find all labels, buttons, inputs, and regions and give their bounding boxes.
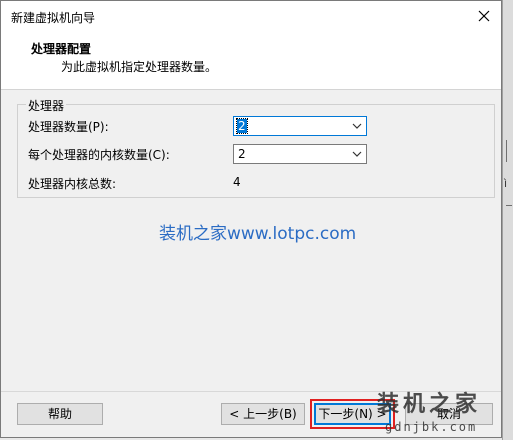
background-window-edge: ì	[502, 0, 513, 440]
page-title: 处理器配置	[31, 42, 92, 56]
help-button[interactable]: 帮助	[17, 403, 103, 425]
cores-per-processor-select[interactable]: 2	[233, 144, 367, 164]
processor-count-select[interactable]: 2	[233, 116, 367, 136]
footer-divider	[1, 391, 501, 392]
cores-per-processor-label: 每个处理器的内核数量(C):	[28, 148, 170, 162]
group-label: 处理器	[26, 97, 67, 114]
total-cores-value: 4	[233, 175, 241, 189]
background-divider	[506, 140, 513, 162]
chevron-down-icon[interactable]	[351, 120, 363, 132]
next-button[interactable]: 下一步(N) >	[314, 403, 391, 425]
processor-count-value: 2	[236, 118, 248, 134]
window-title: 新建虚拟机向导	[11, 11, 96, 25]
total-cores-label: 处理器内核总数:	[28, 177, 117, 191]
back-button[interactable]: < 上一步(B)	[221, 403, 305, 425]
background-divider	[506, 205, 512, 206]
page-subtitle: 为此虚拟机指定处理器数量。	[61, 60, 218, 74]
wizard-dialog: 新建虚拟机向导 处理器配置 为此虚拟机指定处理器数量。 处理器 处理器数量(P)…	[0, 0, 502, 438]
wizard-header: 处理器配置 为此虚拟机指定处理器数量。	[1, 31, 501, 90]
close-icon[interactable]	[473, 5, 495, 27]
chevron-down-icon[interactable]	[351, 148, 363, 160]
processor-count-label: 处理器数量(P):	[28, 120, 109, 134]
background-glyph: ì	[504, 177, 508, 190]
cores-per-processor-value: 2	[238, 147, 246, 161]
site-watermark: 装机之家www.lotpc.com	[159, 224, 357, 244]
processor-group: 处理器 处理器数量(P): 2 每个处理器的内核数量(C): 2 处理器内核总数…	[17, 97, 495, 198]
cancel-button[interactable]: 取消	[405, 403, 493, 425]
title-bar: 新建虚拟机向导	[1, 1, 501, 31]
